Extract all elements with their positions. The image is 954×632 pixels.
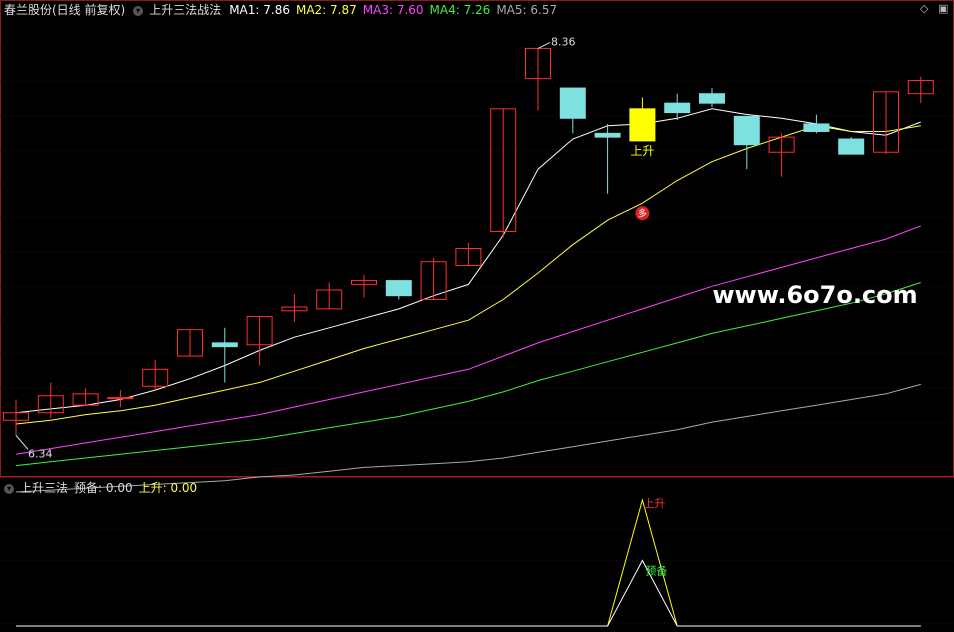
sub-title: 上升三法 [20, 481, 69, 495]
main-header: 春兰股份(日线 前复权) ▾ 上升三法战法 MA1: 7.86 MA2: 7.87 MA3… [0, 0, 569, 20]
rise-signal-label: 上升 [630, 144, 654, 158]
ma-line-ma4 [15, 282, 921, 467]
candle [3, 399, 29, 436]
candle-body [803, 123, 830, 132]
candle [281, 293, 308, 323]
ma-label-2: MA2: 7.87 [295, 3, 357, 17]
sub-rise-line [16, 498, 921, 627]
sub-prep-line [16, 559, 921, 627]
candle-body [594, 132, 621, 138]
sub-prep-label: 预备 [645, 563, 667, 577]
candle [803, 114, 830, 134]
sub-header: ▾ 上升三法 预备: 0.00 上升: 0.00 [0, 478, 203, 498]
candle-body [629, 108, 656, 142]
candle [177, 329, 203, 357]
ma-label-4: MA4: 7.26 [429, 3, 491, 17]
main-panel-frame [0, 0, 954, 477]
candle [907, 76, 934, 104]
candle-body [559, 87, 586, 119]
candle [246, 315, 273, 366]
candle [455, 242, 482, 266]
candle [873, 91, 899, 155]
candle [142, 359, 169, 391]
sub-rise-label: 上升 [643, 497, 665, 510]
ma-line-ma5 [15, 383, 921, 493]
candle [559, 87, 586, 134]
ma-label-3: MA3: 7.60 [362, 3, 424, 17]
diamond-icon[interactable]: ◇ [920, 2, 928, 15]
candle-body [107, 397, 134, 400]
candle-body [733, 115, 760, 146]
candle-body [699, 93, 725, 104]
stock-title: 春兰股份(日线 前复权) [4, 3, 126, 17]
watermark: www.6o7o.com [712, 281, 917, 309]
expand-icon[interactable]: ▣ [938, 2, 948, 15]
candle [733, 115, 760, 170]
long-badge-text: 多 [638, 208, 647, 220]
ma-legend: MA1: 7.86 MA2: 7.87 MA3: 7.60 MA4: 7.26 MA5:… [229, 3, 563, 17]
candle-body [838, 138, 865, 155]
indicator-dropdown-icon[interactable]: ▾ [133, 5, 144, 16]
candle [385, 280, 412, 300]
stock-chart: 8.366.34上升多www.6o7o.com上升预备 [0, 0, 954, 627]
candle [37, 382, 64, 419]
low-price-label: 6.34 [28, 447, 53, 460]
candle-body [211, 342, 238, 348]
high-price-label: 8.36 [551, 35, 576, 48]
candle [594, 123, 621, 194]
candle-body [664, 102, 691, 114]
candle [699, 88, 725, 107]
candle [107, 390, 134, 408]
candle [525, 47, 551, 111]
candle [211, 327, 238, 383]
candle [72, 388, 99, 406]
candle [838, 137, 865, 155]
candle [629, 97, 656, 142]
prep-value: 预备: 0.00 [74, 481, 133, 495]
ma-line-ma2 [15, 125, 921, 425]
ma-label-5: MA5: 6.57 [496, 3, 558, 17]
rise-value: 上升: 0.00 [138, 481, 198, 495]
sub-dropdown-icon[interactable]: ▾ [4, 483, 14, 494]
ma-label-1: MA1: 7.86 [229, 3, 290, 17]
candle-body [385, 280, 412, 297]
low-marker-line [15, 435, 29, 450]
indicator-name: 上升三法战法 [149, 3, 222, 17]
